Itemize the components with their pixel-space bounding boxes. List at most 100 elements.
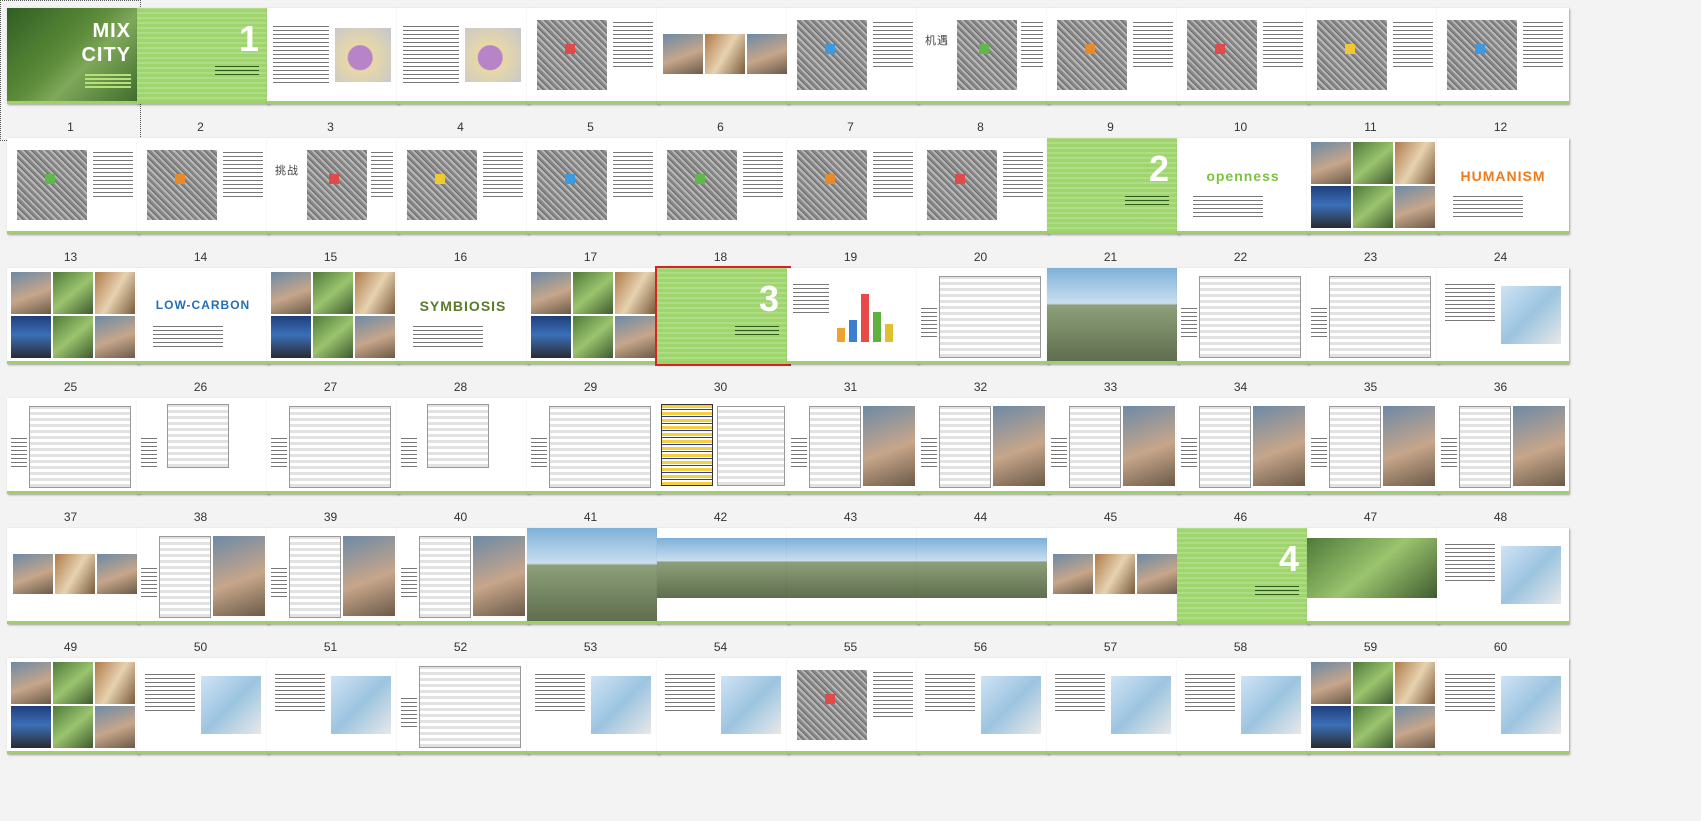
slide-thumbnail[interactable] — [137, 528, 269, 624]
slide-thumbnail[interactable] — [137, 658, 269, 754]
slide-thumbnail[interactable] — [527, 528, 659, 624]
slide-thumbnail[interactable]: HUMANISM — [1437, 138, 1569, 234]
slide-thumbnail[interactable] — [657, 398, 789, 494]
slide-thumbnail[interactable] — [527, 398, 659, 494]
slide-thumbnail[interactable] — [787, 138, 919, 234]
slide-number: 21 — [1103, 250, 1118, 264]
slide-slot[interactable] — [1430, 650, 1571, 791]
cover-title-mix: MIX — [92, 20, 131, 42]
slide-thumbnail[interactable] — [7, 268, 139, 364]
map-highlight — [695, 174, 705, 184]
slide-thumbnail[interactable] — [1307, 528, 1439, 624]
slide-thumbnail[interactable]: 机遇 — [917, 8, 1049, 104]
slide-slot[interactable] — [390, 650, 531, 791]
slide-thumbnail[interactable] — [917, 268, 1049, 364]
slide-thumbnail[interactable] — [137, 398, 269, 494]
slide-slot[interactable] — [1040, 650, 1181, 791]
slide-thumbnail[interactable] — [787, 528, 919, 624]
slide-thumbnail[interactable] — [657, 528, 789, 624]
slide-thumbnail[interactable] — [397, 138, 529, 234]
slide-thumbnail[interactable] — [267, 268, 399, 364]
slide-thumbnail[interactable] — [1307, 398, 1439, 494]
slide-thumbnail[interactable] — [1177, 658, 1309, 754]
slide-number: 58 — [1233, 640, 1248, 654]
slide-thumbnail[interactable]: SYMBIOSIS — [397, 268, 529, 364]
slide-thumbnail[interactable] — [1047, 528, 1179, 624]
slide-thumbnail[interactable] — [397, 528, 529, 624]
slide-slot[interactable] — [650, 650, 791, 791]
diagram-graphic — [1501, 546, 1561, 604]
slide-thumbnail[interactable] — [267, 8, 399, 104]
slide-thumbnail[interactable] — [657, 138, 789, 234]
slide-thumbnail[interactable] — [527, 658, 659, 754]
slide-thumbnail[interactable] — [267, 658, 399, 754]
slide-slot[interactable] — [910, 650, 1051, 791]
slide-thumbnail[interactable] — [137, 138, 269, 234]
slide-thumbnail[interactable] — [1437, 528, 1569, 624]
rendering — [1307, 538, 1439, 598]
slide-thumbnail[interactable]: 4 — [1177, 528, 1309, 624]
slide-thumbnail[interactable]: MIX CITY — [7, 8, 139, 104]
aerial-map — [1317, 20, 1387, 90]
slide-slot[interactable] — [780, 650, 921, 791]
slide-thumbnail[interactable] — [1307, 268, 1439, 364]
slide-slot[interactable] — [130, 650, 271, 791]
slide-thumbnail[interactable] — [1177, 268, 1309, 364]
slide-thumbnail[interactable] — [397, 8, 529, 104]
slide-thumbnail[interactable] — [787, 268, 919, 364]
slide-slot[interactable] — [1300, 650, 1441, 791]
slide-thumbnail[interactable] — [657, 658, 789, 754]
slide-thumbnail[interactable] — [527, 268, 659, 364]
slide-slot[interactable] — [1170, 650, 1311, 791]
slide-thumbnail[interactable] — [1437, 398, 1569, 494]
slide-slot[interactable] — [0, 650, 141, 791]
collage-photo — [271, 272, 311, 314]
side-text-lines — [1133, 22, 1173, 68]
slide-slot[interactable] — [260, 650, 401, 791]
slide-thumbnail[interactable] — [7, 528, 139, 624]
slide-thumbnail[interactable]: openness — [1177, 138, 1309, 234]
slide-thumbnail[interactable] — [397, 398, 529, 494]
slide-number: 16 — [453, 250, 468, 264]
slide-thumbnail[interactable] — [7, 398, 139, 494]
slide-thumbnail[interactable] — [1047, 8, 1179, 104]
slide-thumbnail[interactable] — [267, 398, 399, 494]
slide-thumbnail[interactable] — [527, 138, 659, 234]
slide-thumbnail[interactable] — [1307, 8, 1439, 104]
slide-thumbnail[interactable] — [397, 658, 529, 754]
slide-thumbnail[interactable] — [917, 138, 1049, 234]
slide-thumbnail[interactable] — [917, 398, 1049, 494]
legend-lines — [1181, 438, 1197, 468]
slide-thumbnail[interactable] — [1047, 658, 1179, 754]
slide-thumbnail[interactable]: LOW-CARBON — [137, 268, 269, 364]
slide-heading: 机遇 — [925, 35, 949, 47]
slide-slot[interactable] — [520, 650, 661, 791]
slide-thumbnail[interactable] — [1437, 268, 1569, 364]
collage-photo — [1395, 186, 1435, 228]
slide-thumbnail[interactable] — [917, 658, 1049, 754]
slide-sorter-pane[interactable]: MIX CITY 1 机遇挑战 2 openness HUMANISM LOW-CARBON… — [0, 0, 1701, 821]
slide-thumbnail[interactable]: 1 — [137, 8, 269, 104]
slide-thumbnail[interactable] — [917, 528, 1049, 624]
slide-thumbnail[interactable] — [787, 8, 919, 104]
slide-thumbnail[interactable]: 2 — [1047, 138, 1179, 234]
slide-thumbnail[interactable] — [7, 658, 139, 754]
slide-thumbnail[interactable] — [1047, 268, 1179, 364]
slide-thumbnail[interactable] — [787, 398, 919, 494]
slide-thumbnail[interactable] — [1437, 8, 1569, 104]
slide-thumbnail[interactable] — [1177, 398, 1309, 494]
slide-thumbnail[interactable]: 3 — [655, 266, 791, 366]
slide-thumbnail[interactable] — [267, 528, 399, 624]
slide-thumbnail[interactable] — [657, 8, 789, 104]
slide-thumbnail[interactable] — [1307, 658, 1439, 754]
slide-thumbnail[interactable] — [7, 138, 139, 234]
slide-thumbnail[interactable] — [527, 8, 659, 104]
slide-thumbnail[interactable] — [1047, 398, 1179, 494]
collage-photo — [1311, 186, 1351, 228]
slide-thumbnail[interactable]: 挑战 — [267, 138, 399, 234]
slide-thumbnail[interactable] — [1177, 8, 1309, 104]
slide-thumbnail[interactable] — [787, 658, 919, 754]
slide-thumbnail[interactable] — [1307, 138, 1439, 234]
collage-photo — [1395, 706, 1435, 748]
slide-thumbnail[interactable] — [1437, 658, 1569, 754]
